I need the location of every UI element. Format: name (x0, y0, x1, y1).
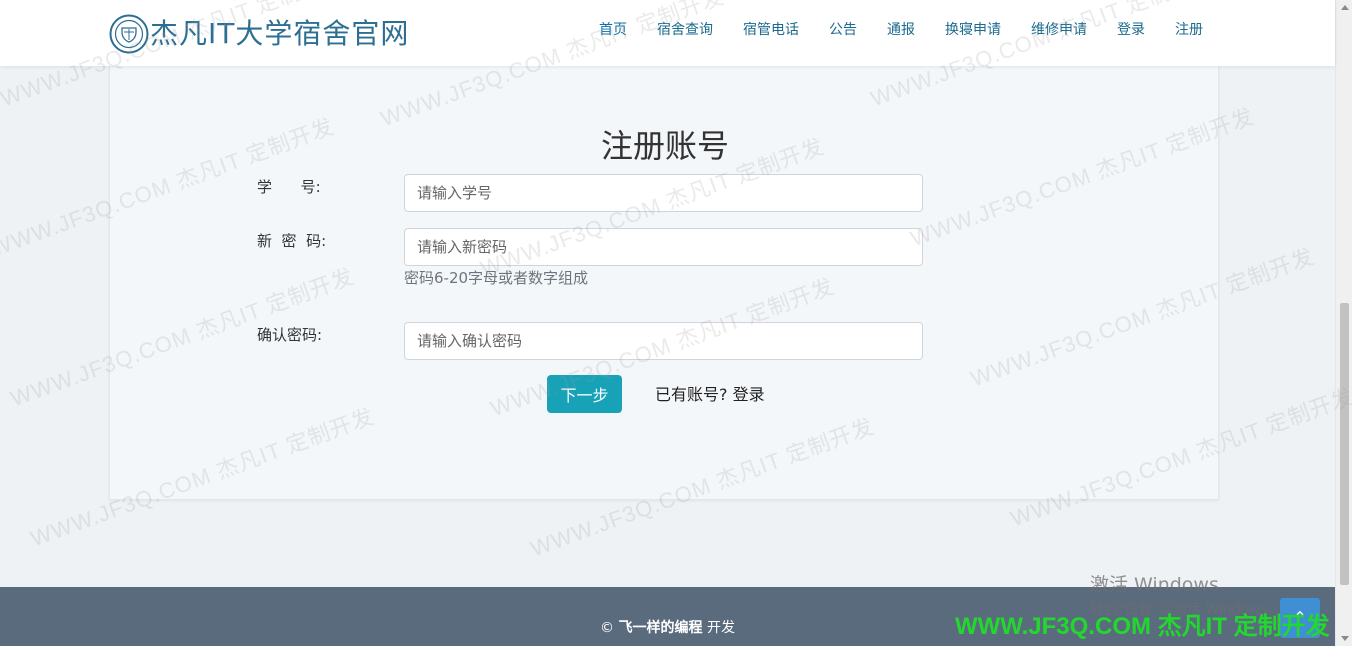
copyright-suffix: 开发 (706, 620, 735, 636)
student-id-label: 学 号: (257, 178, 321, 196)
university-seal-icon[interactable] (109, 14, 149, 54)
confirm-password-input[interactable] (404, 322, 923, 360)
confirm-password-label: 确认密码: (257, 326, 323, 344)
nav-repair[interactable]: 维修申请 (1031, 20, 1087, 40)
nav-announcement[interactable]: 公告 (829, 20, 857, 40)
scroll-thumb[interactable] (1340, 303, 1349, 585)
student-id-input[interactable] (404, 174, 923, 212)
brand-watermark: WWW.JF3Q.COM 杰凡IT 定制开发 (955, 613, 1330, 640)
nav-register[interactable]: 注册 (1175, 20, 1203, 40)
have-account-line: 已有账号? 登录 (655, 384, 765, 406)
copyright-symbol: © (600, 620, 615, 636)
nav-room-change[interactable]: 换寝申请 (945, 20, 1001, 40)
scroll-up-arrow-icon[interactable] (1341, 5, 1349, 10)
activation-title: 激活 Windows (1090, 574, 1219, 596)
nav-notice[interactable]: 通报 (887, 20, 915, 40)
form-title: 注册账号 (600, 127, 729, 165)
site-title[interactable]: 杰凡IT大学宿舍官网 (150, 14, 409, 54)
scroll-down-arrow-icon[interactable] (1341, 636, 1349, 641)
nav-dorm-phone[interactable]: 宿管电话 (743, 20, 799, 40)
site-header: 杰凡IT大学宿舍官网 首页 宿舍查询 宿管电话 公告 通报 换寝申请 维修申请 … (0, 0, 1335, 66)
nav-dorm-query[interactable]: 宿舍查询 (657, 20, 713, 40)
have-account-text: 已有账号? (655, 385, 728, 404)
new-password-input[interactable] (404, 228, 923, 266)
next-step-button[interactable]: 下一步 (547, 375, 622, 413)
login-link[interactable]: 登录 (733, 385, 765, 404)
vertical-scrollbar[interactable] (1335, 0, 1352, 646)
register-card: 注册账号 学 号: 新 密 码: 密码6-20字母或者数字组成 确认密码: 下一… (109, 66, 1219, 500)
password-hint: 密码6-20字母或者数字组成 (404, 269, 589, 287)
nav-home[interactable]: 首页 (599, 20, 627, 40)
new-password-label: 新 密 码: (257, 232, 327, 250)
author-name: 飞一样的编程 (618, 620, 703, 636)
nav-login[interactable]: 登录 (1117, 20, 1145, 40)
